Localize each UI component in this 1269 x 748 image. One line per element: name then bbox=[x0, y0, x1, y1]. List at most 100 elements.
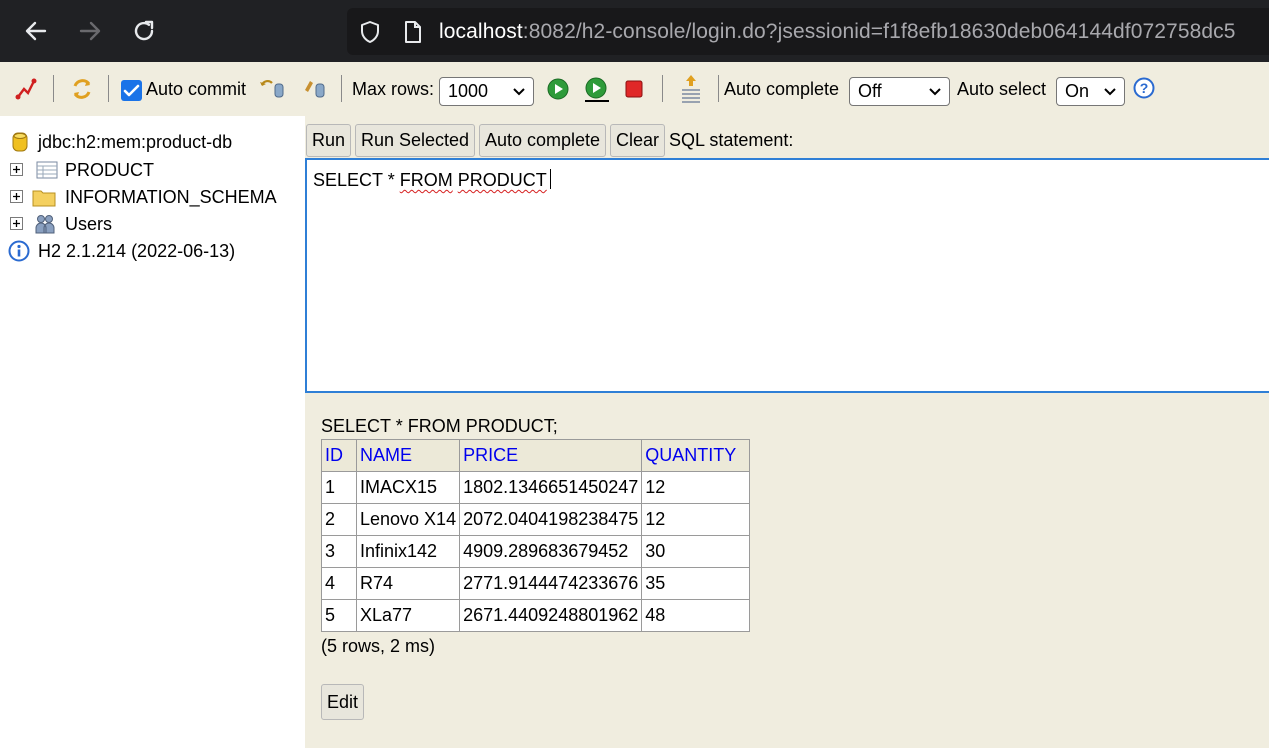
tree-item-information-schema[interactable]: INFORMATION_SCHEMA bbox=[10, 184, 277, 210]
url-text: localhost:8082/h2-console/login.do?jsess… bbox=[439, 20, 1236, 44]
max-rows-select[interactable]: 1000 bbox=[439, 77, 534, 106]
table-row: 4 R74 2771.9144474233676 35 bbox=[321, 567, 751, 600]
forward-button[interactable] bbox=[72, 13, 108, 49]
cell-name: XLa77 bbox=[355, 599, 461, 632]
tree-item-users[interactable]: Users bbox=[10, 211, 112, 237]
url-host: localhost bbox=[439, 20, 523, 43]
users-icon bbox=[35, 215, 55, 234]
text-caret bbox=[549, 169, 551, 189]
page-icon bbox=[405, 21, 421, 43]
shield-icon bbox=[361, 21, 379, 43]
database-icon bbox=[12, 132, 28, 152]
table-row: 5 XLa77 2671.4409248801962 48 bbox=[321, 599, 751, 632]
chevron-down-icon bbox=[513, 88, 525, 96]
expand-icon[interactable] bbox=[10, 163, 24, 177]
table-icon bbox=[36, 161, 58, 179]
sql-text-table: PRODUCT bbox=[457, 170, 547, 190]
separator bbox=[662, 75, 663, 102]
auto-complete-label: Auto complete bbox=[724, 79, 840, 99]
reload-icon bbox=[134, 20, 154, 41]
connection-label: jdbc:h2:mem:product-db bbox=[38, 131, 233, 152]
cell-id: 2 bbox=[321, 503, 357, 536]
separator bbox=[108, 75, 109, 102]
cell-id: 3 bbox=[321, 535, 357, 568]
clear-button[interactable]: Clear bbox=[610, 124, 666, 157]
cell-id: 1 bbox=[321, 471, 357, 504]
history-icon[interactable] bbox=[679, 73, 703, 105]
browser-toolbar: localhost:8082/h2-console/login.do?jsess… bbox=[0, 0, 1269, 62]
expand-icon[interactable] bbox=[10, 217, 24, 231]
result-query: SELECT * FROM PRODUCT; bbox=[321, 416, 558, 436]
cell-name: IMACX15 bbox=[355, 471, 461, 504]
column-header-quantity[interactable]: QUANTITY bbox=[641, 439, 751, 472]
cell-name: R74 bbox=[355, 567, 461, 600]
column-header-price[interactable]: PRICE bbox=[459, 439, 643, 472]
object-tree: jdbc:h2:mem:product-db PRODUCT INFORMATI… bbox=[0, 116, 305, 748]
refresh-icon[interactable] bbox=[69, 76, 95, 102]
tree-item-label: Users bbox=[65, 213, 113, 234]
run-icon[interactable] bbox=[546, 77, 570, 101]
auto-select-label: Auto select bbox=[957, 79, 1047, 99]
run-selected-icon[interactable] bbox=[583, 76, 611, 104]
auto-select-value: On bbox=[1065, 81, 1090, 101]
arrow-right-icon bbox=[79, 21, 101, 41]
query-panel: Run Run Selected Auto complete Clear SQL… bbox=[305, 116, 1269, 748]
sql-text: SELECT * FROM PRODUCT bbox=[313, 169, 551, 191]
column-header-name[interactable]: NAME bbox=[355, 439, 461, 472]
auto-select-select[interactable]: On bbox=[1056, 77, 1125, 106]
cell-price: 2771.9144474233676 bbox=[459, 567, 643, 600]
auto-commit-checkbox[interactable] bbox=[121, 80, 142, 101]
address-bar[interactable]: localhost:8082/h2-console/login.do?jsess… bbox=[347, 8, 1269, 55]
cell-id: 5 bbox=[321, 599, 357, 632]
tree-connection[interactable]: jdbc:h2:mem:product-db bbox=[12, 129, 232, 155]
cell-id: 4 bbox=[321, 567, 357, 600]
checkmark-icon bbox=[123, 84, 140, 97]
cell-quantity: 48 bbox=[641, 599, 751, 632]
expand-icon[interactable] bbox=[10, 190, 24, 204]
cell-quantity: 30 bbox=[641, 535, 751, 568]
h2-toolbar: Auto commit Max rows: 1000 Auto complete… bbox=[0, 62, 1269, 116]
stop-icon[interactable] bbox=[625, 80, 643, 98]
tree-version: H2 2.1.214 (2022-06-13) bbox=[8, 238, 235, 264]
table-row: 1 IMACX15 1802.1346651450247 12 bbox=[321, 471, 751, 504]
cell-quantity: 12 bbox=[641, 471, 751, 504]
separator bbox=[53, 75, 54, 102]
max-rows-label: Max rows: bbox=[352, 79, 435, 99]
tree-item-label: INFORMATION_SCHEMA bbox=[65, 186, 277, 207]
chevron-down-icon bbox=[929, 88, 941, 96]
separator bbox=[341, 75, 342, 102]
sql-text-from: FROM bbox=[399, 170, 453, 190]
cell-quantity: 12 bbox=[641, 503, 751, 536]
results-table: ID NAME PRICE QUANTITY 1 IMACX15 1802.13… bbox=[321, 439, 751, 632]
disconnect-icon[interactable] bbox=[13, 76, 39, 102]
run-button[interactable]: Run bbox=[306, 124, 352, 157]
help-icon[interactable]: ? bbox=[1133, 77, 1155, 99]
cell-price: 1802.1346651450247 bbox=[459, 471, 643, 504]
auto-complete-select[interactable]: Off bbox=[849, 77, 950, 106]
info-icon bbox=[8, 240, 30, 262]
arrow-left-icon bbox=[25, 21, 47, 41]
sql-text-keyword: SELECT * bbox=[313, 170, 400, 190]
url-path: :8082/h2-console/login.do?jsessionid=f1f… bbox=[522, 20, 1236, 43]
cell-quantity: 35 bbox=[641, 567, 751, 600]
header-row: ID NAME PRICE QUANTITY bbox=[321, 439, 751, 472]
run-selected-button[interactable]: Run Selected bbox=[355, 124, 476, 157]
table-row: 3 Infinix142 4909.289683679452 30 bbox=[321, 535, 751, 568]
rollback-icon[interactable] bbox=[258, 76, 286, 100]
sql-editor[interactable]: SELECT * FROM PRODUCT bbox=[305, 158, 1269, 393]
cell-price: 2671.4409248801962 bbox=[459, 599, 643, 632]
reload-button[interactable] bbox=[126, 13, 162, 49]
sql-statement-label: SQL statement: bbox=[669, 130, 794, 150]
commit-icon[interactable] bbox=[302, 76, 330, 100]
back-button[interactable] bbox=[18, 13, 54, 49]
max-rows-value: 1000 bbox=[448, 81, 489, 101]
cell-name: Lenovo X14 bbox=[355, 503, 461, 536]
auto-complete-button[interactable]: Auto complete bbox=[479, 124, 607, 157]
chevron-down-icon bbox=[1104, 88, 1116, 96]
auto-commit-label: Auto commit bbox=[146, 79, 247, 99]
tree-item-label: PRODUCT bbox=[65, 159, 154, 180]
edit-button[interactable]: Edit bbox=[321, 684, 365, 720]
version-label: H2 2.1.214 (2022-06-13) bbox=[38, 240, 236, 261]
column-header-id[interactable]: ID bbox=[321, 439, 357, 472]
tree-item-product[interactable]: PRODUCT bbox=[10, 157, 154, 183]
